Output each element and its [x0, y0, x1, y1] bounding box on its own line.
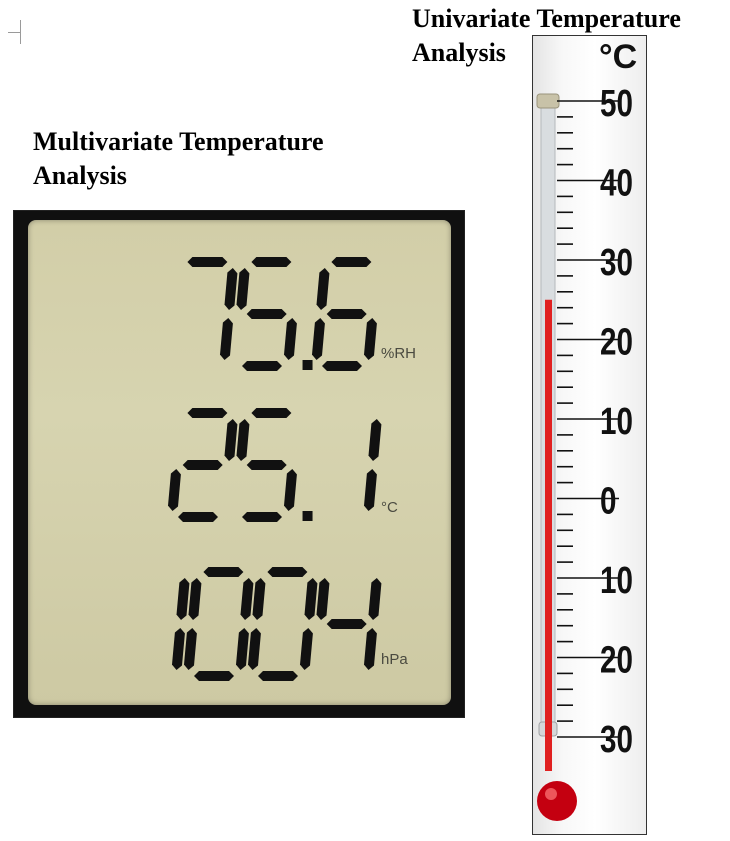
humidity-decimal-point: [302, 360, 313, 370]
pressure-segment-f: [188, 578, 202, 620]
temperature-digit-1: [236, 408, 297, 522]
pressure-segment-b: [304, 578, 318, 620]
temperature-segment-f: [236, 419, 250, 461]
lcd-readings: %RH °C hPa: [168, 257, 416, 681]
thermometer-drawing: °C 50 40 30 20 10 0 10 20 30: [536, 38, 637, 821]
temperature-segment-a: [251, 408, 292, 418]
pressure-segment-a: [203, 567, 244, 577]
humidity-segment-c: [284, 318, 297, 360]
humidity-segment-f: [316, 268, 330, 310]
pressure-digit-2: [248, 567, 318, 681]
pressure-segment-d: [194, 671, 234, 681]
temperature-segment-g: [182, 460, 223, 470]
temperature-segment-e: [168, 469, 181, 511]
temperature-segment-d: [178, 512, 218, 522]
humidity-digit-0: [187, 257, 238, 360]
thermometer-scale-label: 30: [600, 719, 633, 761]
humidity-digit-1: [236, 257, 297, 371]
multivariate-heading-line-1: Multivariate Temperature: [33, 127, 324, 156]
thermometer-scale-label: 50: [600, 83, 633, 125]
pressure-segment-e: [248, 628, 261, 670]
temperature-segment-d: [242, 512, 282, 522]
lcd-screen: %RH °C hPa: [28, 220, 451, 705]
temperature-segment-c: [284, 469, 297, 511]
pressure-segment-c: [300, 628, 313, 670]
thermometer-image: °C 50 40 30 20 10 0 10 20 30: [532, 35, 647, 835]
multivariate-heading: Multivariate Temperature Analysis: [33, 125, 324, 193]
humidity-segment-e: [312, 318, 325, 360]
humidity-segment-g: [246, 309, 287, 319]
humidity-segment-c: [364, 318, 377, 360]
humidity-segment-d: [242, 361, 282, 371]
temperature-segment-c: [364, 469, 377, 511]
pressure-segment-a: [267, 567, 308, 577]
temperature-decimal-point: [302, 511, 313, 521]
humidity-segment-a: [251, 257, 292, 267]
multivariate-heading-line-2: Analysis: [33, 161, 127, 190]
pressure-segment-f: [252, 578, 266, 620]
lcd-display-image: %RH °C hPa: [13, 210, 465, 718]
humidity-segment-d: [322, 361, 362, 371]
humidity-segment-c: [220, 318, 233, 360]
page-corner-mark: [8, 12, 22, 44]
pressure-segment-c: [172, 628, 185, 670]
thermometer-scale-label: 20: [600, 321, 633, 363]
temperature-segment-g: [246, 460, 287, 470]
humidity-unit-label: %RH: [381, 345, 416, 362]
pressure-segment-e: [184, 628, 197, 670]
thermometer-bulb: [537, 781, 577, 821]
thermometer-scale-label: 10: [600, 401, 633, 443]
pressure-reading: [172, 567, 382, 681]
thermometer-scale-label: 0: [600, 480, 616, 522]
univariate-heading-line-1: Univariate Temperature: [412, 4, 681, 33]
thermometer-bulb-highlight: [545, 788, 557, 800]
humidity-segment-g: [326, 309, 367, 319]
temperature-digit-0: [168, 408, 238, 522]
pressure-segment-b: [240, 578, 254, 620]
thermometer-liquid-column: [545, 299, 552, 771]
humidity-digit-3: [312, 257, 377, 371]
thermometer-scale-label: 30: [600, 242, 633, 284]
pressure-segment-c: [364, 628, 377, 670]
thermometer-tube-cap: [536, 93, 560, 109]
pressure-segment-d: [258, 671, 298, 681]
temperature-unit-label: °C: [381, 499, 398, 516]
temperature-segment-b: [224, 419, 238, 461]
pressure-digit-1: [184, 567, 254, 681]
pressure-segment-b: [368, 578, 382, 620]
pressure-segment-b: [176, 578, 190, 620]
thermometer-unit-label: °C: [599, 38, 637, 76]
pressure-unit-label: hPa: [381, 651, 408, 668]
humidity-segment-a: [331, 257, 372, 267]
pressure-segment-c: [236, 628, 249, 670]
thermometer-scale-label: 20: [600, 639, 633, 681]
temperature-segment-b: [368, 419, 382, 461]
temperature-segment-a: [187, 408, 228, 418]
humidity-segment-a: [187, 257, 228, 267]
pressure-digit-3: [316, 578, 382, 670]
humidity-segment-b: [224, 268, 238, 310]
pressure-segment-g: [326, 619, 367, 629]
humidity-segment-f: [236, 268, 250, 310]
pressure-segment-f: [316, 578, 330, 620]
humidity-reading: [187, 257, 377, 371]
thermometer-scale-label: 40: [600, 162, 633, 204]
thermometer-scale-label: 10: [600, 560, 633, 602]
temperature-digit-3: [364, 419, 382, 511]
temperature-reading: [168, 408, 382, 522]
